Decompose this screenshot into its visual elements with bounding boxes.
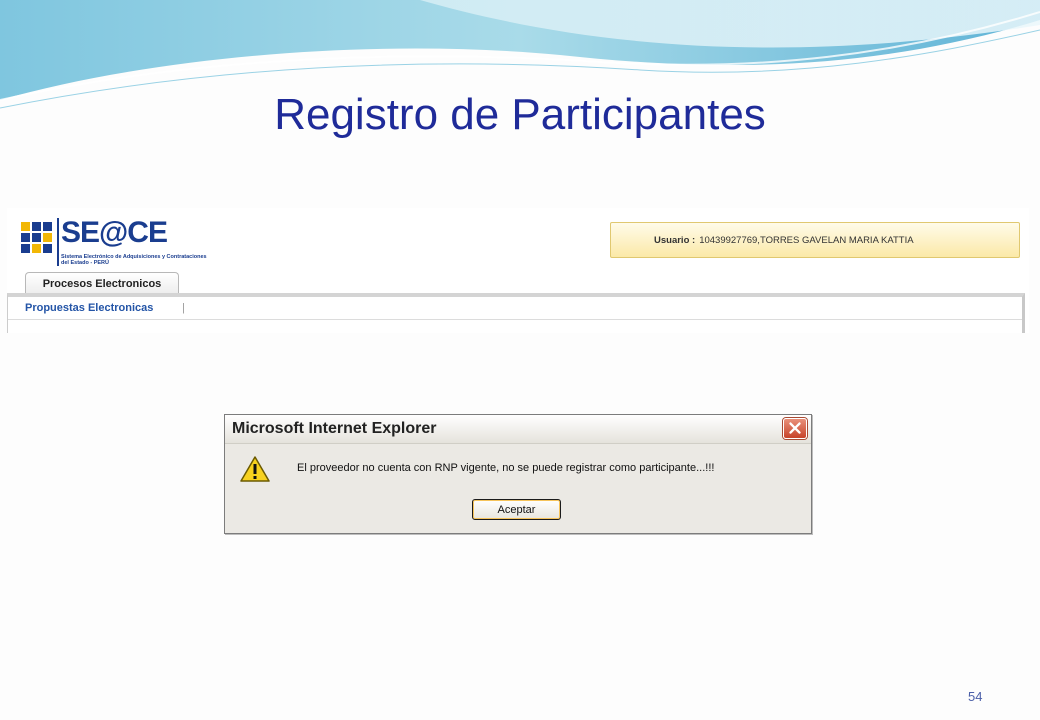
warning-icon	[240, 456, 270, 482]
user-label: Usuario :	[654, 234, 696, 246]
user-value: 10439927769,TORRES GAVELAN MARIA KATTIA	[699, 234, 914, 246]
accept-button[interactable]: Aceptar	[472, 499, 561, 520]
dialog-titlebar[interactable]: Microsoft Internet Explorer	[225, 415, 811, 444]
close-icon	[789, 422, 801, 434]
tab-procesos-electronicos[interactable]: Procesos Electronicos	[25, 272, 179, 294]
seace-app-header: SE@CE Sistema Electrónico de Adquisicion…	[7, 208, 1029, 333]
alert-dialog: Microsoft Internet Explorer El proveedor…	[224, 414, 812, 534]
user-info-box: Usuario : 10439927769,TORRES GAVELAN MAR…	[610, 222, 1020, 258]
seace-logo: SE@CE Sistema Electrónico de Adquisicion…	[19, 216, 209, 271]
seace-logo-grid-icon	[21, 222, 52, 253]
subnav-propuestas-electronicas[interactable]: Propuestas Electronicas	[25, 302, 153, 314]
slide-title: Registro de Participantes	[274, 90, 766, 139]
dialog-title: Microsoft Internet Explorer	[232, 420, 437, 437]
divider	[8, 319, 1022, 320]
tab-content-bar: Propuestas Electronicas |	[7, 293, 1025, 333]
logo-subtitle: Sistema Electrónico de Adquisiciones y C…	[61, 254, 207, 266]
page-number: 54	[968, 689, 983, 704]
logo-text: SE@CE	[61, 216, 168, 249]
close-button[interactable]	[783, 418, 807, 439]
dialog-message: El proveedor no cuenta con RNP vigente, …	[297, 462, 715, 474]
subnav-separator: |	[182, 302, 185, 314]
logo-divider	[57, 218, 59, 266]
